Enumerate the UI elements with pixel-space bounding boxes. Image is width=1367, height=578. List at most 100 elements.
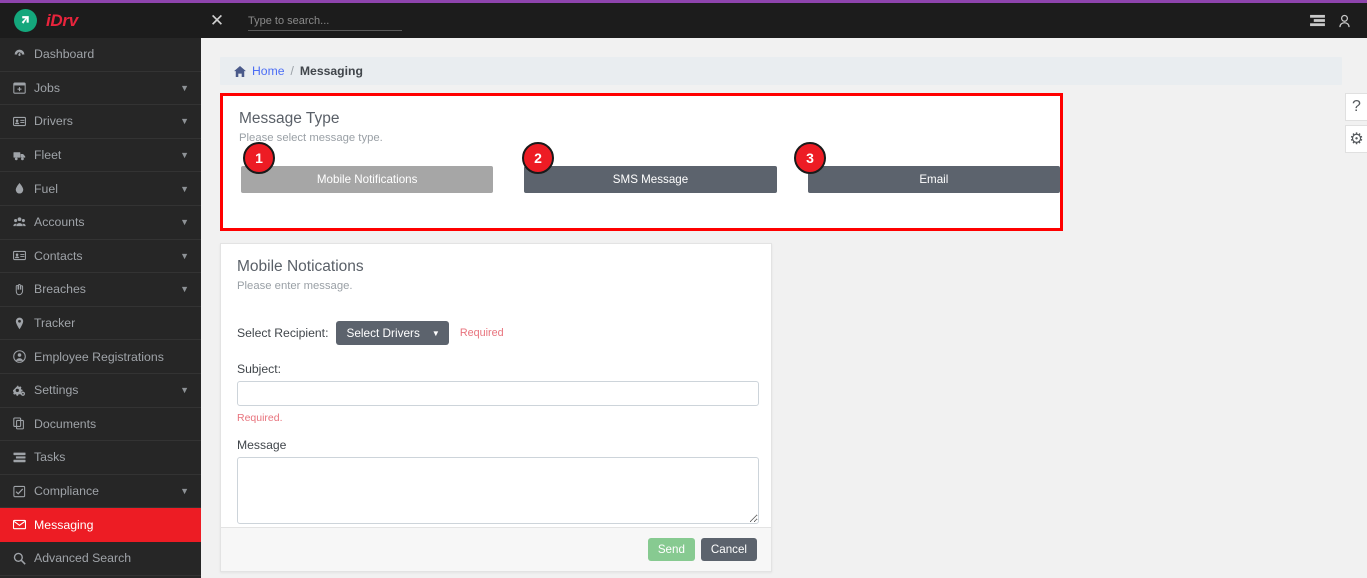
select-drivers-dropdown[interactable]: Select Drivers ▼ bbox=[336, 321, 449, 345]
calendar-plus-icon bbox=[13, 81, 34, 95]
message-form-card: Mobile Notications Please enter message.… bbox=[220, 243, 772, 572]
send-button[interactable]: Send bbox=[647, 538, 695, 561]
chevron-down-icon: ▼ bbox=[180, 385, 189, 396]
app-root: iDrv ✕ Dashboard Jobs ▼ Drivers ▼ Fleet ▼ Fuel ▼… bbox=[0, 0, 1367, 578]
breadcrumb-current: Messaging bbox=[299, 64, 363, 78]
close-icon[interactable]: ✕ bbox=[200, 11, 234, 31]
sidebar-item-contacts[interactable]: Contacts ▼ bbox=[0, 240, 201, 274]
gear-icon[interactable]: ⚙ bbox=[1345, 125, 1367, 153]
task-list-icon bbox=[13, 451, 34, 464]
brand-name: iDrv bbox=[46, 10, 78, 30]
main-content: Home / Messaging Message Type Please sel… bbox=[201, 38, 1367, 578]
chevron-down-icon: ▼ bbox=[180, 150, 189, 161]
sidebar-item-label: Breaches bbox=[34, 282, 86, 297]
search-input[interactable] bbox=[248, 12, 402, 31]
sidebar-item-tasks[interactable]: Tasks bbox=[0, 441, 201, 475]
app-header: iDrv ✕ bbox=[0, 3, 1367, 38]
sidebar-item-label: Tasks bbox=[34, 450, 66, 465]
sidebar-item-label: Advanced Search bbox=[34, 551, 132, 566]
chevron-down-icon: ▼ bbox=[431, 328, 440, 338]
sidebar-item-documents[interactable]: Documents bbox=[0, 408, 201, 442]
search-box bbox=[248, 11, 402, 31]
list-icon[interactable] bbox=[1310, 14, 1325, 27]
chevron-down-icon: ▼ bbox=[180, 284, 189, 295]
chevron-down-icon: ▼ bbox=[180, 486, 189, 497]
recipient-row: Select Recipient: Select Drivers ▼ Requi… bbox=[221, 321, 771, 345]
sidebar-item-settings[interactable]: Settings ▼ bbox=[0, 374, 201, 408]
annotation-badge-1: 1 bbox=[243, 142, 275, 174]
message-type-button-mobile-notifications[interactable]: Mobile Notifications bbox=[241, 166, 494, 193]
sidebar-item-label: Jobs bbox=[34, 80, 60, 95]
sidebar-item-jobs[interactable]: Jobs ▼ bbox=[0, 72, 201, 106]
id-card-icon bbox=[13, 115, 34, 128]
sidebar-item-breaches[interactable]: Breaches ▼ bbox=[0, 273, 201, 307]
message-type-button-sms-message[interactable]: SMS Message bbox=[524, 166, 777, 193]
sidebar-item-label: Compliance bbox=[34, 484, 99, 499]
sidebar-item-label: Dashboard bbox=[34, 47, 95, 62]
sidebar-item-label: Settings bbox=[34, 383, 79, 398]
message-type-title: Message Type bbox=[239, 110, 340, 127]
header-actions bbox=[1310, 14, 1367, 28]
breadcrumb-home-link[interactable]: Home bbox=[252, 64, 285, 78]
brand-logo[interactable]: iDrv bbox=[0, 9, 200, 32]
sidebar-item-accounts[interactable]: Accounts ▼ bbox=[0, 206, 201, 240]
subject-input[interactable] bbox=[237, 381, 759, 406]
subject-field: Subject: Required. bbox=[221, 362, 771, 424]
home-icon bbox=[234, 65, 246, 77]
help-circle-icon[interactable]: ? bbox=[1345, 93, 1367, 121]
gears-icon bbox=[13, 384, 34, 397]
sidebar-item-compliance[interactable]: Compliance ▼ bbox=[0, 475, 201, 509]
message-type-buttons: Mobile Notifications 1 SMS Message 2 Email 3 bbox=[223, 142, 1060, 193]
sidebar-item-label: Accounts bbox=[34, 215, 85, 230]
chevron-down-icon: ▼ bbox=[180, 116, 189, 127]
sidebar-item-employee-registrations[interactable]: Employee Registrations bbox=[0, 340, 201, 374]
chevron-down-icon: ▼ bbox=[180, 217, 189, 228]
message-label: Message bbox=[237, 438, 287, 452]
chevron-down-icon: ▼ bbox=[180, 183, 189, 194]
breadcrumb-separator: / bbox=[290, 64, 294, 78]
truck-icon bbox=[13, 149, 34, 162]
user-circle-icon bbox=[13, 350, 34, 363]
envelope-icon bbox=[13, 518, 34, 531]
sidebar-item-fuel[interactable]: Fuel ▼ bbox=[0, 172, 201, 206]
copy-files-icon bbox=[13, 417, 34, 430]
sidebar-item-tracker[interactable]: Tracker bbox=[0, 307, 201, 341]
dashboard-icon bbox=[13, 48, 34, 61]
sidebar-item-label: Drivers bbox=[34, 114, 73, 129]
map-pin-icon bbox=[13, 317, 34, 330]
sidebar-item-advanced-search[interactable]: Advanced Search bbox=[0, 542, 201, 576]
select-drivers-value: Select Drivers bbox=[346, 326, 420, 340]
cancel-button[interactable]: Cancel bbox=[700, 538, 757, 561]
search-icon bbox=[13, 552, 34, 565]
form-subtitle: Please enter message. bbox=[237, 280, 353, 292]
sidebar-item-label: Messaging bbox=[34, 517, 94, 532]
subject-label: Subject: bbox=[237, 362, 282, 376]
sidebar-item-drivers[interactable]: Drivers ▼ bbox=[0, 105, 201, 139]
sidebar-item-messaging[interactable]: Messaging bbox=[0, 508, 201, 542]
chevron-down-icon: ▼ bbox=[180, 82, 189, 93]
fuel-drop-icon bbox=[13, 182, 34, 195]
sidebar-item-label: Fuel bbox=[34, 181, 58, 196]
user-icon[interactable] bbox=[1338, 14, 1351, 28]
sidebar-item-dashboard[interactable]: Dashboard bbox=[0, 38, 201, 72]
message-type-subtitle: Please select message type. bbox=[239, 132, 383, 144]
sidebar-item-label: Documents bbox=[34, 416, 97, 431]
sidebar-item-label: Contacts bbox=[34, 248, 83, 263]
hand-icon bbox=[13, 283, 34, 296]
float-action-column: ? ⚙ bbox=[1345, 93, 1367, 153]
message-textarea[interactable] bbox=[237, 457, 759, 524]
idrv-logo-icon bbox=[14, 9, 37, 32]
subject-required-text: Required. bbox=[237, 412, 283, 424]
sidebar-item-fleet[interactable]: Fleet ▼ bbox=[0, 139, 201, 173]
sidebar-item-label: Fleet bbox=[34, 148, 62, 163]
breadcrumb: Home / Messaging bbox=[220, 57, 1342, 85]
recipient-label: Select Recipient: bbox=[237, 326, 329, 340]
annotation-badge-3: 3 bbox=[794, 142, 826, 174]
message-type-button-email[interactable]: Email bbox=[807, 166, 1060, 193]
form-title: Mobile Notications bbox=[237, 258, 364, 275]
chevron-down-icon: ▼ bbox=[180, 250, 189, 261]
recipient-required-text: Required bbox=[459, 327, 504, 339]
check-square-icon bbox=[13, 485, 34, 498]
users-group-icon bbox=[13, 216, 34, 229]
sidebar-item-label: Tracker bbox=[34, 316, 76, 331]
